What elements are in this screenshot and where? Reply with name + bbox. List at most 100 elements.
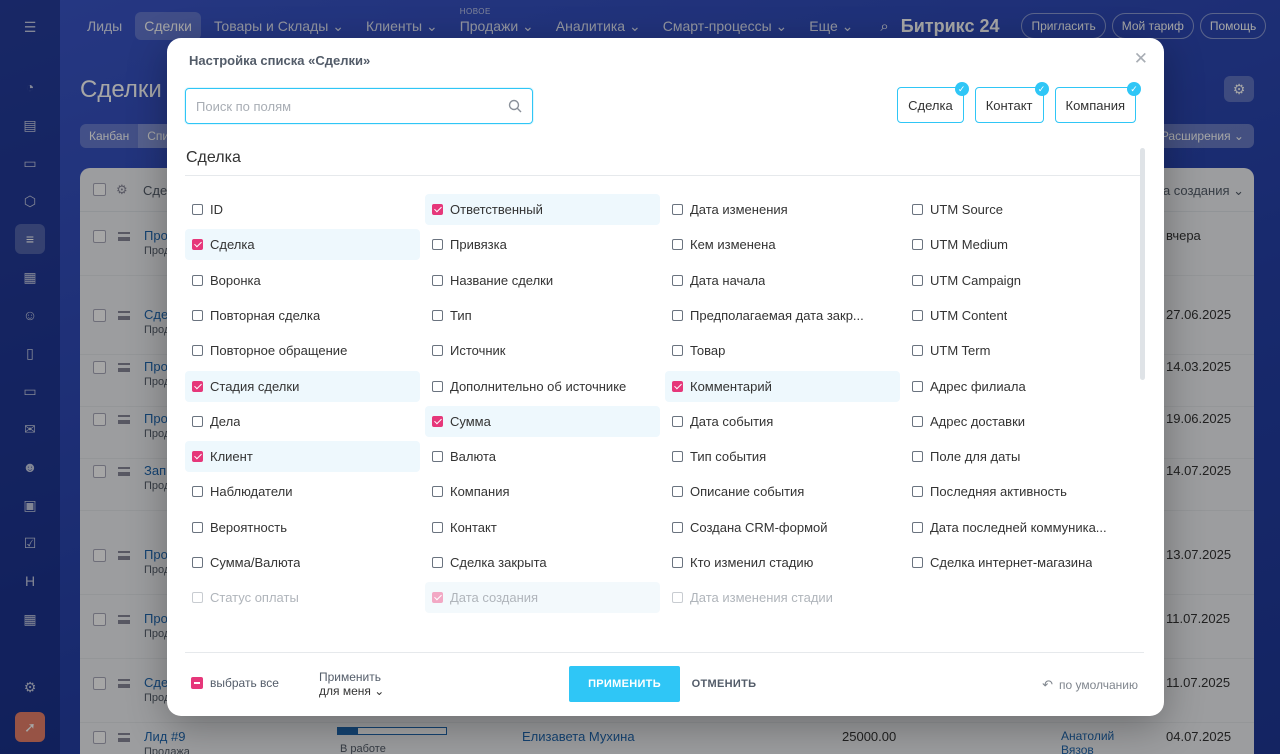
field-option[interactable]: Компания [425,476,660,507]
search-icon[interactable] [508,99,522,113]
field-option[interactable]: Сделка [185,229,420,261]
field-option[interactable]: Кто изменил стадию [665,547,900,578]
checkbox-icon[interactable] [192,204,203,215]
field-option[interactable]: Наблюдатели [185,476,420,507]
field-option[interactable]: Воронка [185,265,420,296]
field-option[interactable]: Дата изменения [665,194,900,225]
checkbox-icon[interactable] [192,521,203,533]
field-option[interactable]: Стадия сделки [185,370,420,402]
checkbox-icon[interactable] [192,557,203,568]
checkbox-icon[interactable] [912,415,923,427]
checkbox-icon[interactable] [432,486,443,498]
checkbox-icon[interactable] [432,521,443,533]
checkbox-icon[interactable] [192,345,203,357]
field-option[interactable]: Повторная сделка [185,300,420,331]
cancel-button[interactable]: ОТМЕНИТЬ [683,666,765,702]
checkbox-icon[interactable] [672,204,683,215]
field-option[interactable]: Клиент [185,441,420,473]
checkbox-icon[interactable] [912,486,923,498]
field-option[interactable]: ID [185,194,420,225]
field-option[interactable]: Предполагаемая дата закр... [665,300,900,331]
close-icon[interactable]: ✕ [1134,50,1148,67]
field-option[interactable]: Повторное обращение [185,335,420,366]
checkbox-checked-icon[interactable] [432,204,443,215]
field-option[interactable]: UTM Source [905,194,1140,225]
checkbox-icon[interactable] [912,557,923,568]
checkbox-icon[interactable] [192,274,203,286]
field-option[interactable]: Дата последней коммуника... [905,512,1140,543]
field-option[interactable]: Вероятность [185,512,420,543]
checkbox-icon[interactable] [672,345,683,357]
checkbox-icon[interactable] [432,345,443,357]
checkbox-icon[interactable] [672,239,683,251]
field-option[interactable]: Адрес доставки [905,406,1140,437]
checkbox-icon[interactable] [912,309,923,321]
checkbox-icon[interactable] [432,309,443,321]
search-input[interactable] [186,89,496,123]
checkbox-icon[interactable] [912,521,923,533]
checkbox-icon[interactable] [912,204,923,215]
field-option[interactable]: Дела [185,406,420,437]
field-option[interactable]: Название сделки [425,265,660,296]
field-option[interactable]: UTM Content [905,300,1140,331]
checkbox-checked-icon[interactable] [192,380,203,392]
field-option[interactable]: Дата начала [665,265,900,296]
field-option[interactable]: Дополнительно об источнике [425,371,660,402]
field-option[interactable]: Товар [665,335,900,366]
checkbox-icon[interactable] [912,345,923,357]
entity-deal-button[interactable]: Сделка ✓ [897,82,969,123]
apply-scope-dropdown[interactable]: Применить для меня ⌄ [319,670,384,698]
entity-contact-button[interactable]: Контакт ✓ [974,82,1049,123]
field-option[interactable]: Привязка [425,229,660,260]
scrollbar[interactable] [1140,148,1145,380]
field-option[interactable]: Ответственный [425,194,660,225]
checkbox-icon[interactable] [432,274,443,286]
field-option[interactable]: Сумма/Валюта [185,547,420,578]
checkbox-checked-icon[interactable] [432,415,443,427]
field-option[interactable]: Источник [425,335,660,366]
field-option[interactable]: Последняя активность [905,476,1140,507]
select-all-checkbox[interactable]: выбрать все [191,676,279,690]
field-option[interactable]: Дата события [665,406,900,437]
checkbox-checked-icon[interactable] [192,239,203,251]
field-option[interactable]: Валюта [425,441,660,472]
apply-button[interactable]: ПРИМЕНИТЬ [569,666,680,702]
checkbox-icon[interactable] [192,309,203,321]
checkbox-icon[interactable] [432,380,443,392]
checkbox-icon[interactable] [672,557,683,568]
field-option[interactable]: Создана CRM-формой [665,512,900,543]
checkbox-icon[interactable] [432,239,443,251]
entity-company-button[interactable]: Компания ✓ [1054,82,1141,123]
checkbox-icon[interactable] [912,239,923,251]
checkbox-checked-icon[interactable] [672,380,683,392]
checkbox-icon[interactable] [192,486,203,498]
checkbox-icon[interactable] [912,380,923,392]
field-option[interactable]: UTM Medium [905,229,1140,260]
checkbox-icon[interactable] [192,415,203,427]
field-option[interactable]: Сделка интернет-магазина [905,547,1140,578]
field-option[interactable]: Адрес филиала [905,371,1140,402]
field-option[interactable]: Тип события [665,441,900,472]
checkbox-icon[interactable] [672,274,683,286]
checkbox-icon[interactable] [432,451,443,463]
checkbox-icon[interactable] [672,521,683,533]
field-option[interactable]: Сделка закрыта [425,547,660,578]
field-option[interactable]: UTM Term [905,335,1140,366]
field-option[interactable]: Тип [425,300,660,331]
field-option[interactable]: Кем изменена [665,229,900,260]
checkbox-icon[interactable] [672,415,683,427]
reset-default-button[interactable]: ↶ по умолчанию [1042,677,1138,693]
field-option[interactable]: Поле для даты [905,441,1140,472]
checkbox-checked-icon[interactable] [192,451,203,463]
checkbox-icon[interactable] [912,451,923,463]
checkbox-icon[interactable] [672,486,683,498]
field-option[interactable]: Комментарий [665,370,900,402]
field-option[interactable]: Сумма [425,405,660,437]
field-option[interactable]: Контакт [425,512,660,543]
checkbox-icon[interactable] [672,309,683,321]
field-option[interactable]: UTM Campaign [905,265,1140,296]
field-option[interactable]: Описание события [665,476,900,507]
checkbox-icon[interactable] [912,274,923,286]
checkbox-icon[interactable] [432,557,443,568]
checkbox-icon[interactable] [672,451,683,463]
